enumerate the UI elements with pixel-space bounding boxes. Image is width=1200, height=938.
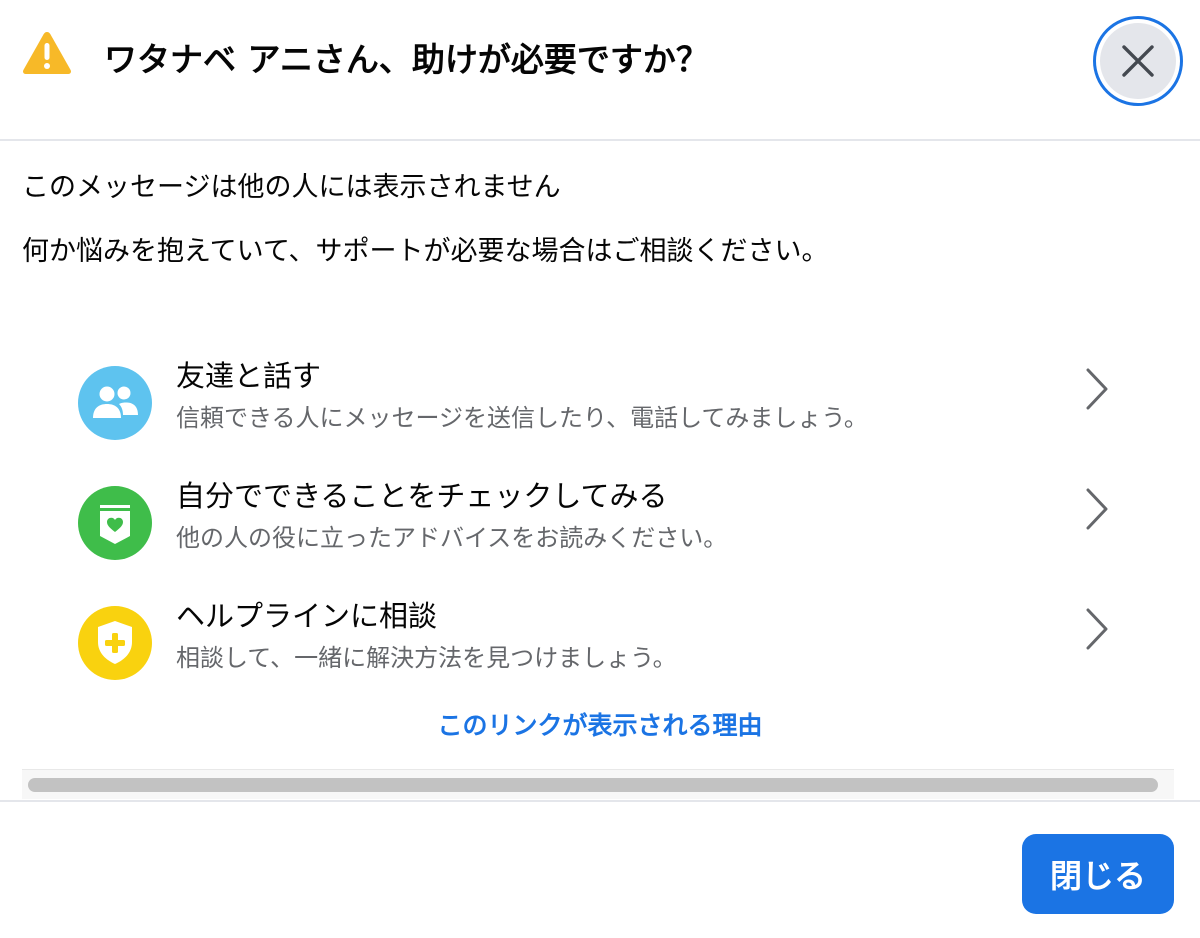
shield-plus-icon xyxy=(78,606,152,680)
friends-icon xyxy=(78,366,152,440)
why-this-link[interactable]: このリンクが表示される理由 xyxy=(0,706,1200,746)
dialog-header: ワタナベ アニさん、助けが必要ですか？ xyxy=(0,0,1200,141)
warning-triangle-icon xyxy=(23,32,71,74)
option-talk-to-friend[interactable]: 友達と話す 信頼できる人にメッセージを送信したり、電話してみましょう。 xyxy=(60,354,1140,464)
option-title: 自分でできることをチェックしてみる xyxy=(176,479,668,513)
chevron-right-icon xyxy=(1086,608,1108,650)
privacy-notice: このメッセージは他の人には表示されません xyxy=(22,172,561,203)
option-helpline[interactable]: ヘルプラインに相談 相談して、一緒に解決方法を見つけましょう。 xyxy=(60,594,1140,704)
heart-bookmark-icon xyxy=(78,486,152,560)
scrollbar-thumb[interactable] xyxy=(28,778,1158,792)
close-icon xyxy=(1122,45,1154,77)
footer-divider xyxy=(0,800,1200,802)
close-button[interactable]: 閉じる xyxy=(1022,834,1174,914)
option-title: 友達と話す xyxy=(176,359,322,393)
close-dialog-button[interactable] xyxy=(1093,16,1183,106)
close-button-inner xyxy=(1100,23,1176,99)
option-subtitle: 他の人の役に立ったアドバイスをお読みください。 xyxy=(176,524,728,552)
intro-text: 何か悩みを抱えていて、サポートが必要な場合はご相談ください。 xyxy=(22,236,829,267)
option-subtitle: 信頼できる人にメッセージを送信したり、電話してみましょう。 xyxy=(176,404,868,432)
option-subtitle: 相談して、一緒に解決方法を見つけましょう。 xyxy=(176,644,677,672)
option-self-check[interactable]: 自分でできることをチェックしてみる 他の人の役に立ったアドバイスをお読みください… xyxy=(60,474,1140,584)
dialog-title: ワタナベ アニさん、助けが必要ですか？ xyxy=(104,40,709,79)
horizontal-scrollbar[interactable] xyxy=(22,769,1174,799)
chevron-right-icon xyxy=(1086,368,1108,410)
chevron-right-icon xyxy=(1086,488,1108,530)
option-title: ヘルプラインに相談 xyxy=(176,599,438,633)
